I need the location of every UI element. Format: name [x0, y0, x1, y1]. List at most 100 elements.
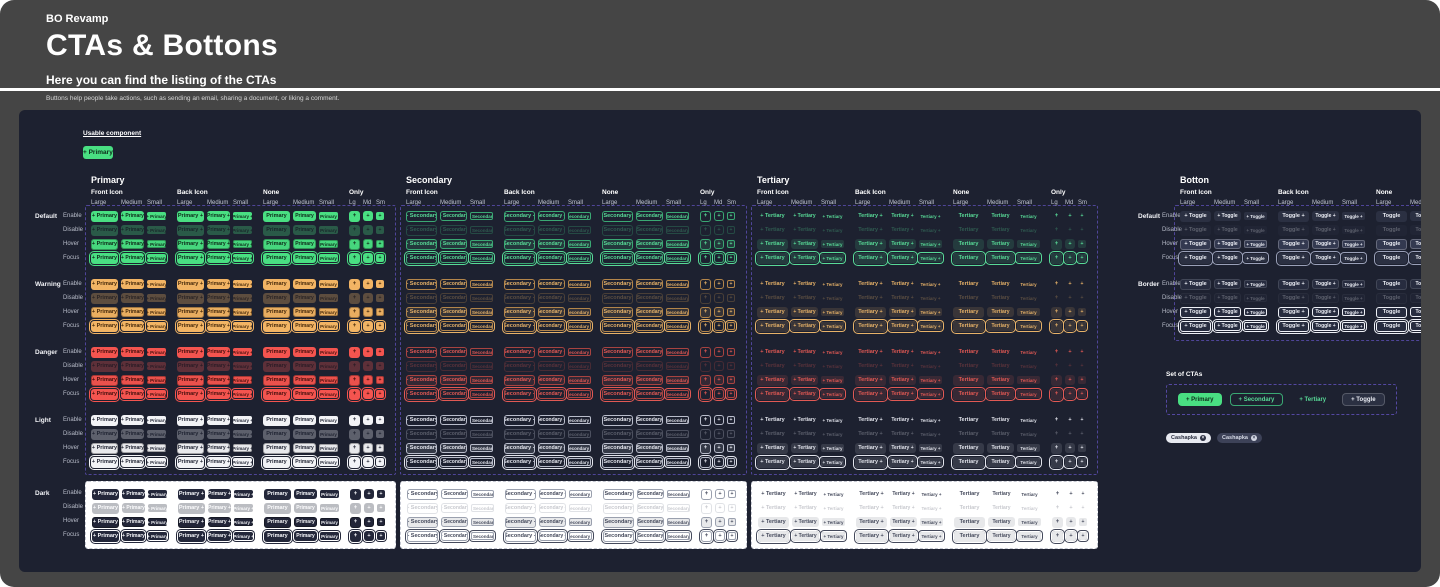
secondary-front-button[interactable]: + Secondary: [406, 225, 437, 236]
tertiary-none-button[interactable]: Tertiary: [987, 347, 1014, 357]
primary-none-button[interactable]: Primary: [263, 347, 290, 358]
secondary-front-button[interactable]: + Secondary: [406, 415, 437, 426]
primary-front-button[interactable]: + Primary: [91, 415, 118, 426]
tertiary-front-button[interactable]: + Tertiary: [821, 390, 844, 398]
primary-back-button[interactable]: Primary +: [233, 322, 252, 330]
primary-front-button[interactable]: + Primary: [147, 226, 166, 234]
tertiary-front-button[interactable]: + Tertiary: [792, 503, 819, 513]
primary-none-button[interactable]: Primary: [319, 294, 338, 302]
tertiary-only-button[interactable]: +: [1066, 489, 1076, 499]
secondary-none-button[interactable]: Secondary: [666, 212, 689, 220]
secondary-none-button[interactable]: Secondary: [637, 489, 664, 499]
secondary-back-button[interactable]: Secondary +: [538, 225, 565, 235]
secondary-none-button[interactable]: Secondary: [666, 294, 689, 302]
tertiary-front-button[interactable]: + Tertiary: [821, 240, 844, 248]
secondary-front-button[interactable]: + Secondary: [407, 489, 438, 500]
primary-only-button[interactable]: +: [377, 518, 385, 526]
secondary-back-button[interactable]: Secondary +: [569, 504, 592, 512]
primary-only-button[interactable]: +: [364, 517, 374, 527]
primary-back-button[interactable]: Primary +: [233, 416, 252, 424]
tertiary-back-button[interactable]: Tertiary +: [919, 322, 942, 330]
tertiary-none-button[interactable]: Tertiary: [1018, 504, 1041, 512]
tertiary-back-button[interactable]: Tertiary +: [855, 293, 886, 304]
primary-front-button[interactable]: + Primary: [121, 321, 144, 331]
tertiary-only-button[interactable]: +: [1065, 457, 1075, 467]
primary-only-button[interactable]: +: [376, 308, 384, 316]
secondary-none-button[interactable]: Secondary: [602, 375, 633, 386]
tertiary-none-button[interactable]: Tertiary: [1017, 294, 1040, 302]
secondary-none-button[interactable]: Secondary: [666, 376, 689, 384]
tertiary-front-button[interactable]: + Tertiary: [757, 389, 788, 400]
secondary-none-button[interactable]: Secondary: [666, 416, 689, 424]
secondary-front-button[interactable]: + Secondary: [406, 361, 437, 372]
primary-none-button[interactable]: Primary: [293, 429, 316, 439]
tertiary-none-button[interactable]: Tertiary: [953, 253, 984, 264]
tertiary-only-button[interactable]: +: [1078, 376, 1086, 384]
secondary-front-button[interactable]: + Secondary: [470, 390, 493, 398]
tertiary-none-button[interactable]: Tertiary: [1017, 430, 1040, 438]
close-icon[interactable]: ×: [1251, 435, 1257, 441]
primary-only-button[interactable]: +: [363, 239, 373, 249]
primary-back-button[interactable]: Primary +: [207, 239, 230, 249]
secondary-only-button[interactable]: +: [714, 253, 724, 263]
toggle-back-button[interactable]: Toggle +: [1312, 225, 1339, 235]
tertiary-back-button[interactable]: Tertiary +: [919, 444, 942, 452]
tertiary-only-button[interactable]: +: [1079, 490, 1087, 498]
primary-back-button[interactable]: Primary +: [233, 348, 252, 356]
toggle-none-button[interactable]: Toggle: [1410, 321, 1421, 331]
secondary-only-button[interactable]: +: [727, 294, 735, 302]
secondary-back-button[interactable]: Secondary +: [504, 457, 535, 468]
tertiary-back-button[interactable]: Tertiary +: [889, 429, 916, 439]
primary-none-button[interactable]: Primary: [263, 225, 290, 236]
primary-only-button[interactable]: +: [364, 531, 374, 541]
primary-back-button[interactable]: Primary +: [233, 390, 252, 398]
primary-only-button[interactable]: +: [363, 415, 373, 425]
tertiary-front-button[interactable]: + Tertiary: [821, 416, 844, 424]
toggle-front-button[interactable]: + Toggle: [1214, 321, 1241, 331]
primary-back-button[interactable]: Primary +: [177, 347, 204, 358]
primary-front-button[interactable]: + Primary: [148, 532, 167, 540]
secondary-none-button[interactable]: Secondary: [666, 348, 689, 356]
tertiary-none-button[interactable]: Tertiary: [1017, 322, 1040, 330]
secondary-none-button[interactable]: Secondary: [602, 429, 633, 440]
tertiary-back-button[interactable]: Tertiary +: [920, 518, 943, 526]
secondary-none-button[interactable]: Secondary: [636, 347, 663, 357]
tertiary-only-button[interactable]: +: [1066, 517, 1076, 527]
secondary-front-button[interactable]: + Secondary: [440, 415, 467, 425]
primary-back-button[interactable]: Primary +: [233, 240, 252, 248]
tertiary-none-button[interactable]: Tertiary: [988, 503, 1015, 513]
secondary-front-button[interactable]: + Secondary: [406, 321, 437, 332]
tertiary-back-button[interactable]: Tertiary +: [919, 362, 942, 370]
toggle-front-button[interactable]: + Toggle: [1214, 307, 1241, 317]
tertiary-none-button[interactable]: Tertiary: [953, 211, 984, 222]
secondary-none-button[interactable]: Secondary: [636, 443, 663, 453]
toggle-back-button[interactable]: Toggle +: [1278, 279, 1309, 290]
secondary-back-button[interactable]: Secondary +: [568, 390, 591, 398]
primary-back-button[interactable]: Primary +: [233, 308, 252, 316]
secondary-none-button[interactable]: Secondary: [637, 531, 664, 541]
primary-back-button[interactable]: Primary +: [177, 361, 204, 372]
primary-front-button[interactable]: + Primary: [121, 443, 144, 453]
toggle-none-button[interactable]: Toggle: [1376, 239, 1407, 250]
tertiary-front-button[interactable]: + Tertiary: [792, 489, 819, 499]
tertiary-front-button[interactable]: + Tertiary: [791, 429, 818, 439]
primary-none-button[interactable]: Primary: [320, 490, 339, 498]
primary-only-button[interactable]: +: [376, 240, 384, 248]
secondary-back-button[interactable]: Secondary +: [504, 211, 535, 222]
tertiary-only-button[interactable]: +: [1051, 211, 1062, 222]
secondary-front-button[interactable]: + Secondary: [440, 457, 467, 467]
secondary-front-button[interactable]: + Secondary: [440, 321, 467, 331]
secondary-none-button[interactable]: Secondary: [602, 321, 633, 332]
tertiary-only-button[interactable]: +: [1079, 504, 1087, 512]
tertiary-only-button[interactable]: +: [1078, 322, 1086, 330]
primary-front-button[interactable]: + Primary: [91, 389, 118, 400]
tertiary-front-button[interactable]: + Tertiary: [822, 532, 845, 540]
primary-back-button[interactable]: Primary +: [178, 531, 205, 542]
primary-back-button[interactable]: Primary +: [177, 389, 204, 400]
secondary-none-button[interactable]: Secondary: [603, 517, 634, 528]
tertiary-none-button[interactable]: Tertiary: [954, 489, 985, 500]
primary-none-button[interactable]: Primary: [293, 389, 316, 399]
secondary-back-button[interactable]: Secondary +: [538, 347, 565, 357]
toggle-back-button[interactable]: Toggle +: [1312, 279, 1339, 289]
tertiary-back-button[interactable]: Tertiary +: [890, 531, 917, 541]
